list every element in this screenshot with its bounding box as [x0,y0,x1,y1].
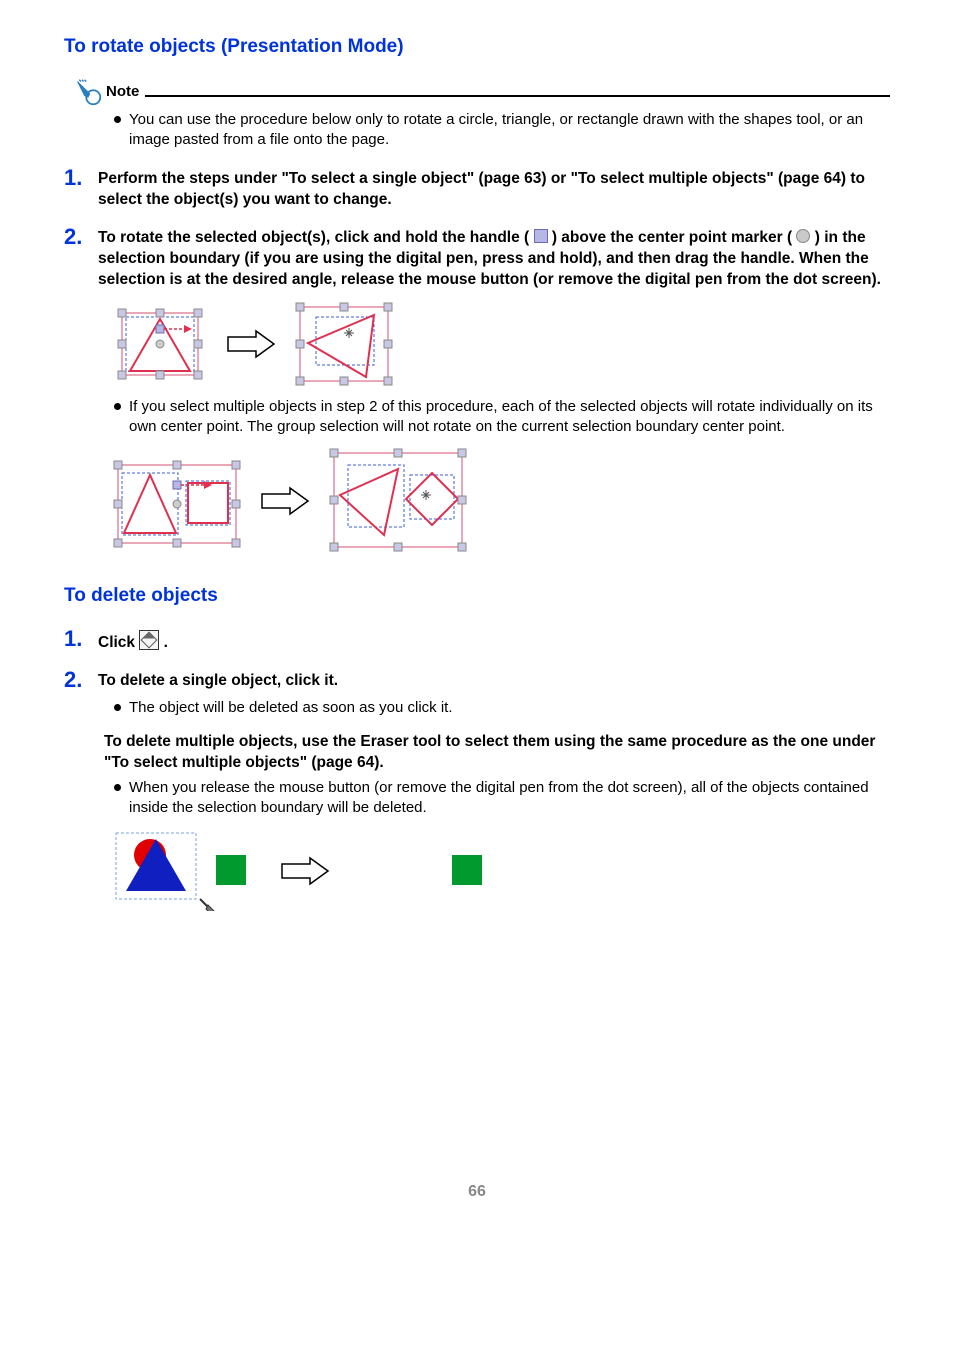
rotate-step2-note-text: If you select multiple objects in step 2… [129,397,890,438]
rotate-step-2: 2. To rotate the selected object(s), cli… [64,225,890,291]
delete-multi-bullet-text: When you release the mouse button (or re… [129,778,890,819]
note-bullet-list: You can use the procedure below only to … [114,110,890,151]
fig-after-multi [328,447,468,555]
delete-step-1: 1. Click . [64,627,890,654]
arrow-icon [260,486,310,516]
note-bullet-text: You can use the procedure below only to … [129,110,890,151]
bullet-icon [114,704,121,711]
arrow-icon [226,329,276,359]
step-number: 1. [64,627,98,651]
delete-step2-bullet-text: The object will be deleted as soon as yo… [129,698,453,718]
step-number: 1. [64,166,98,190]
page-number: 66 [64,1181,890,1203]
step-body: To rotate the selected object(s), click … [98,225,890,291]
note-block: Note You can use the procedure below onl… [64,78,890,151]
note-pencil-icon [74,78,102,106]
step-body: Perform the steps under "To select a sin… [98,166,890,211]
step2-part2: ) above the center point marker ( [552,229,792,246]
bullet-icon [114,784,121,791]
step-number: 2. [64,668,98,692]
step2-part1: To rotate the selected object(s), click … [98,229,529,246]
center-marker-icon [796,229,810,243]
note-rule [145,95,890,97]
bullet-icon [114,116,121,123]
rotate-step2-note: If you select multiple objects in step 2… [114,397,890,438]
fig-before-single [112,303,208,385]
figure-delete [112,831,890,911]
step-number: 2. [64,225,98,249]
bullet-icon [114,403,121,410]
fig-delete-before [112,831,262,911]
step-body: Click . [98,627,890,654]
delete-multi-bullet: When you release the mouse button (or re… [114,778,890,819]
eraser-tool-icon [139,630,159,650]
fig-after-single [294,301,394,387]
fig-before-multi [112,451,242,551]
note-label: Note [106,82,139,102]
figure-rotate-multi [112,447,890,555]
delete-step2-text: To delete a single object, click it. [98,671,890,692]
delete-step-2: 2. To delete a single object, click it. [64,668,890,692]
arrow-icon [280,856,330,886]
delete-step1-part1: Click [98,634,139,651]
step-body: To delete a single object, click it. [98,668,890,692]
delete-multi-heading: To delete multiple objects, use the Eras… [104,732,890,774]
fig-delete-after [348,831,498,911]
rotate-step-1: 1. Perform the steps under "To select a … [64,166,890,211]
section-title-delete: To delete objects [64,583,890,609]
delete-step1-part2: . [164,634,168,651]
figure-rotate-single [112,301,890,387]
rotate-handle-icon [534,229,548,243]
delete-step2-bullet: The object will be deleted as soon as yo… [114,698,890,718]
section-title-rotate: To rotate objects (Presentation Mode) [64,34,890,60]
